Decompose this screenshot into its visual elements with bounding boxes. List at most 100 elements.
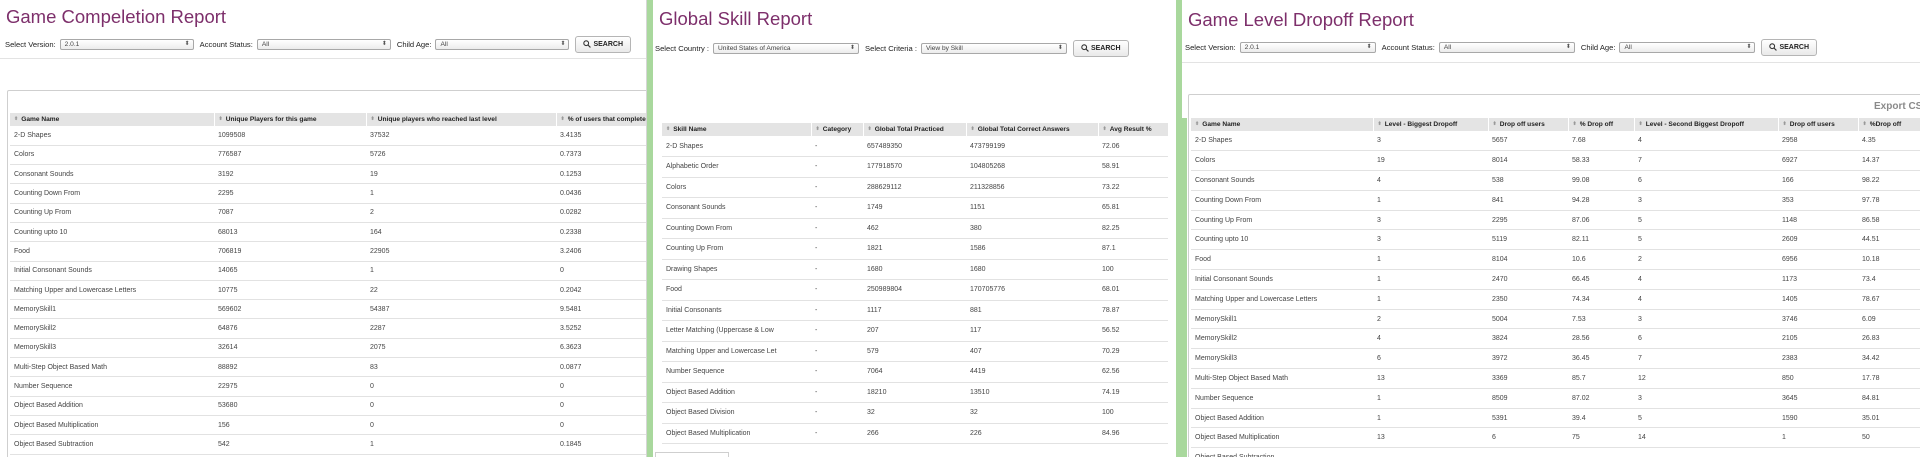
column-header[interactable]: ⬍ Skill Name (662, 123, 812, 136)
column-header-label: % of users that completed g (567, 116, 647, 123)
table-cell: 266 (863, 423, 966, 444)
table-cell: Counting Up From (662, 238, 811, 260)
search-button-label: SEARCH (1779, 43, 1810, 51)
table-cell: 3369 (1488, 368, 1568, 389)
criteria-label: Select Criteria : (865, 43, 917, 53)
table-cell: 7 (1634, 348, 1778, 370)
version-select[interactable]: 2.0.1 ⬍ (1239, 41, 1376, 53)
table-row: Counting Up From 3 2295 87.06 5 1148 86.58 (1191, 210, 1920, 231)
table-cell: MemorySkill2 (1191, 328, 1373, 350)
table-cell: 6 (1634, 170, 1778, 191)
column-header[interactable]: ⬍ Avg Result % (1098, 123, 1169, 136)
select-arrows-icon: ⬍ (1565, 43, 1571, 50)
column-header[interactable]: ⬍ Drop off users (1778, 118, 1859, 131)
table-cell: 0 (556, 396, 646, 416)
table-cell: - (811, 197, 863, 219)
table-cell: 1117 (863, 300, 966, 321)
column-header[interactable]: ⬍ Game Name (1191, 118, 1374, 131)
child-age-label: Child Age: (396, 39, 432, 49)
table-cell: 3 (1373, 210, 1488, 231)
table-row: 2-D Shapes 1099508 37532 3.4135 (10, 126, 646, 146)
table-cell: 4419 (966, 361, 1098, 383)
search-button[interactable]: SEARCH (1761, 38, 1818, 56)
column-header[interactable]: ⬍% of users that completed g (556, 113, 647, 126)
column-header[interactable]: ⬍ Global Total Practiced (863, 123, 967, 136)
table-cell: MemorySkill1 (10, 299, 214, 320)
table-cell: 7.68 (1568, 131, 1634, 152)
table-cell: - (811, 279, 863, 301)
table-row: Food 706819 22905 3.2406 (10, 241, 646, 262)
child-age-select[interactable]: All ⬍ (435, 38, 570, 50)
table-cell: 7087 (214, 203, 366, 223)
version-select[interactable]: 2.0.1 ⬍ (59, 38, 194, 50)
table-cell: 88892 (214, 357, 366, 378)
column-header[interactable]: ⬍% Drop off (1568, 118, 1635, 131)
table-cell: Object Based Multiplication (662, 423, 811, 444)
table-cell: 2105 (1778, 328, 1858, 350)
search-button[interactable]: SEARCH (575, 35, 632, 53)
select-arrows-icon: ⬍ (560, 40, 566, 47)
column-header-label: Level - Biggest Dropoff (1384, 121, 1458, 128)
country-select[interactable]: United States of America ⬍ (713, 42, 860, 54)
table-cell: Alphabetic Order (662, 156, 811, 178)
column-header[interactable]: ⬍ Game Name (10, 113, 215, 126)
table-cell: - (811, 341, 863, 362)
table-cell: Object Based Addition (662, 382, 811, 403)
sort-icon: ⬍ (1492, 121, 1497, 128)
table-cell: 78.87 (1098, 300, 1168, 321)
column-header[interactable]: ⬍ %Drop off (1858, 118, 1920, 131)
table-cell: 0 (556, 415, 646, 436)
table-row: Object Based Multiplication -266 226 84.96 (662, 423, 1168, 444)
table-header-row: ⬍ Skill Name ⬍ Category ⬍ Global Total Practi… (662, 123, 1169, 136)
table-cell: 35.01 (1858, 408, 1920, 429)
table-cell: 70.29 (1098, 341, 1168, 362)
table-row: Drawing Shapes -1680 1680 100 (662, 259, 1168, 280)
column-header[interactable]: ⬍ Level - Biggest Dropoff (1373, 118, 1489, 131)
select-arrows-icon: ⬍ (1057, 44, 1063, 51)
account-status-select[interactable]: All ⬍ (1438, 41, 1575, 53)
table-cell: 104805268 (966, 156, 1098, 178)
table-cell: - (811, 423, 863, 444)
column-header[interactable]: ⬍ Unique players who reached last level (366, 113, 557, 126)
table-cell: 2383 (1778, 348, 1858, 370)
child-age-select[interactable]: All ⬍ (1619, 41, 1756, 53)
table-cell: 3192 (214, 164, 366, 185)
game-level-dropoff-report-panel: Game Level Dropoff Report Select Version… (1182, 0, 1920, 457)
column-header[interactable]: ⬍ Unique Players for this game (214, 113, 367, 126)
table-cell: 84.96 (1098, 423, 1168, 444)
table-row: Object Based Subtraction 542 1 0.1845 (10, 434, 646, 455)
table-cell: 166 (1778, 170, 1858, 191)
table-row: Food -250989804 170705776 68.01 (662, 279, 1168, 301)
table-cell: Object Based Subtraction (10, 434, 214, 455)
table-cell: - (811, 259, 863, 280)
table-cell: - (811, 320, 863, 342)
table-cell (1858, 447, 1920, 457)
table-cell: 569602 (214, 299, 366, 320)
column-header[interactable]: ⬍ Category (811, 123, 864, 136)
table-cell: Object Based Subtraction (1191, 447, 1373, 457)
table-row: Matching Upper and Lowercase Letters 1 235… (1191, 289, 1920, 310)
table-cell: 5 (1634, 408, 1778, 429)
table-cell: Object Based Division (662, 402, 811, 424)
search-button[interactable]: SEARCH (1072, 39, 1129, 57)
table-cell: 2-D Shapes (662, 136, 811, 157)
table-cell: 5119 (1488, 229, 1568, 251)
table-cell: - (811, 361, 863, 383)
column-header[interactable]: ⬍ Drop off users (1488, 118, 1569, 131)
table-cell: 17.78 (1858, 368, 1920, 389)
table-row: Counting upto 10 3 5119 82.11 5 2609 44.51 (1191, 229, 1920, 251)
table-cell: - (811, 156, 863, 178)
column-header[interactable]: ⬍ Global Total Correct Answers (966, 123, 1099, 136)
column-header[interactable]: ⬍ Level - Second Biggest Dropoff (1634, 118, 1779, 131)
table-cell: 6.09 (1858, 309, 1920, 330)
child-age-label: Child Age: (1580, 42, 1616, 52)
account-status-select[interactable]: All ⬍ (256, 38, 391, 50)
table-row: Object Based Addition 1 5391 39.4 5 1590 35.01 (1191, 408, 1920, 429)
table-cell: - (811, 402, 863, 424)
table-cell: Consonant Sounds (1191, 170, 1373, 191)
criteria-select[interactable]: View by Skill ⬍ (920, 42, 1067, 54)
table-row: Consonant Sounds -1749 1151 65.81 (662, 197, 1168, 219)
export-csv-link[interactable]: Export CSV (1874, 101, 1920, 112)
table-cell: 82.11 (1568, 229, 1634, 251)
table-header-row: ⬍ Game Name ⬍ Level - Biggest Dropoff ⬍ Drop … (1191, 118, 1920, 131)
